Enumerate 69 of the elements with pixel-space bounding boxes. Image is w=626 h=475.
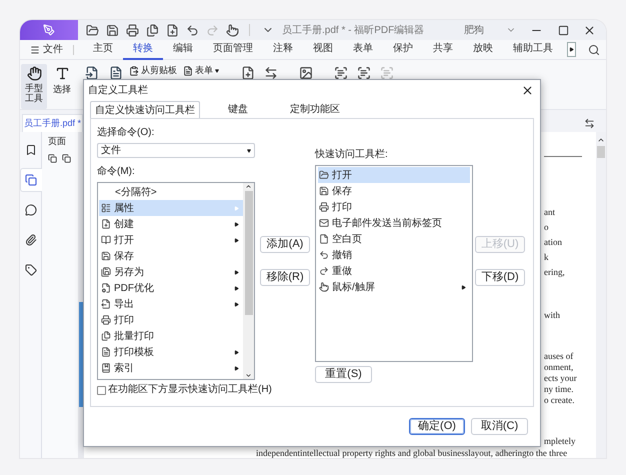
command-item[interactable]: 索引	[99, 360, 243, 376]
window-title: 员工手册.pdf * - 福昕PDF编辑器	[282, 24, 424, 38]
menu-tab[interactable]: 表单	[343, 40, 383, 60]
dialog-tab[interactable]: 键盘	[224, 101, 252, 118]
document-text: o create.	[544, 395, 576, 406]
reset-button[interactable]: 重置(S)	[315, 366, 372, 383]
document-text: ering,	[544, 266, 566, 279]
quick-access-item[interactable]: 空白页	[318, 231, 470, 247]
menu-tab[interactable]: 注释	[263, 40, 303, 60]
document-text: ation	[544, 236, 563, 249]
document-text: mpletely	[544, 435, 576, 448]
quick-access-item[interactable]: 打印	[318, 199, 470, 215]
command-item[interactable]: 另存为	[99, 264, 243, 280]
quick-access-item[interactable]: 撤销	[318, 247, 470, 263]
menu-tab[interactable]: 视图	[303, 40, 343, 60]
document-text: with	[544, 309, 562, 322]
quick-access-item[interactable]: 电子邮件发送当前标签页	[318, 215, 470, 231]
document-tab[interactable]: 员工手册.pdf *	[22, 114, 84, 132]
menu-tab[interactable]: 编辑	[163, 40, 203, 60]
menu-tab[interactable]: 放映	[463, 40, 503, 60]
form-button[interactable]: 表单	[183, 64, 219, 78]
document-text: auses of	[544, 351, 574, 362]
panel-title: 页面	[48, 135, 67, 148]
document-text: independentintellectual property rights and global businesslayout, adheringto the three	[256, 448, 568, 458]
menu-tab[interactable]: 页面管理	[203, 40, 263, 60]
document-text: ny time.	[544, 384, 574, 395]
quick-access-list[interactable]: 打开 保存 打印 电子邮件发送当前标签页 空白页 撤销 重做 鼠标/触屏	[315, 165, 473, 362]
document-text: ant	[544, 206, 556, 219]
dialog-tab[interactable]: 自定义快速访问工具栏	[90, 101, 200, 118]
menu-tab[interactable]: 主页	[83, 40, 123, 60]
field-label: 选择命令(O):	[97, 126, 156, 140]
quick-access-item[interactable]: 鼠标/触屏	[318, 279, 470, 295]
command-item[interactable]: 打开	[99, 232, 243, 248]
quick-access-item[interactable]: 打开	[318, 167, 470, 183]
command-item[interactable]: 保存	[99, 248, 243, 264]
command-item[interactable]: 打印	[99, 312, 243, 328]
move-down-button[interactable]: 下移(D)	[475, 269, 525, 286]
field-label: 快速访问工具栏:	[315, 148, 389, 162]
quick-access-item[interactable]: 重做	[318, 263, 470, 279]
select-tool-button[interactable]: 选择	[51, 64, 73, 96]
command-item[interactable]: 导出	[99, 296, 243, 312]
command-item[interactable]: <分隔符>	[99, 184, 243, 200]
command-list[interactable]: <分隔符> 属性 创建 打开 保存 另存为 PDF优化 导出 打印 批量打印 打印模板 索引	[97, 182, 255, 380]
file-menu[interactable]: 文件	[30, 42, 63, 57]
document-text: onment,	[544, 362, 574, 373]
dialog-tab[interactable]: 定制功能区	[286, 101, 344, 118]
checkbox-label[interactable]: 在功能区下方显示快速访问工具栏(H)	[108, 383, 272, 397]
menu-tab[interactable]: 辅助工具	[503, 40, 563, 60]
quick-access-item[interactable]: 保存	[318, 183, 470, 199]
command-item[interactable]: 属性	[99, 200, 243, 216]
document-text: ects your	[544, 373, 578, 384]
command-item[interactable]: PDF优化	[99, 280, 243, 296]
cancel-button[interactable]: 取消(C)	[471, 418, 528, 435]
menu-tab[interactable]: 共享	[423, 40, 463, 60]
document-text: k	[544, 251, 550, 264]
remove-button[interactable]: 移除(R)	[260, 269, 310, 286]
hand-tool-button[interactable]: 手型工具	[21, 64, 47, 109]
from-clipboard-button[interactable]: 从剪贴板	[129, 64, 177, 78]
dialog-title: 自定义工具栏	[88, 84, 148, 98]
ok-button[interactable]: 确定(O)	[409, 418, 465, 435]
user-name[interactable]: 肥狗	[464, 22, 484, 38]
command-item[interactable]: 创建	[99, 216, 243, 232]
field-label: 命令(M):	[97, 165, 136, 179]
menu-tab[interactable]: 保护	[383, 40, 423, 60]
command-item[interactable]: 批量打印	[99, 328, 243, 344]
command-item[interactable]: 打印模板	[99, 344, 243, 360]
add-button[interactable]: 添加(A)	[260, 236, 310, 253]
document-text: o	[544, 221, 550, 234]
command-select[interactable]: 文件	[97, 143, 255, 158]
